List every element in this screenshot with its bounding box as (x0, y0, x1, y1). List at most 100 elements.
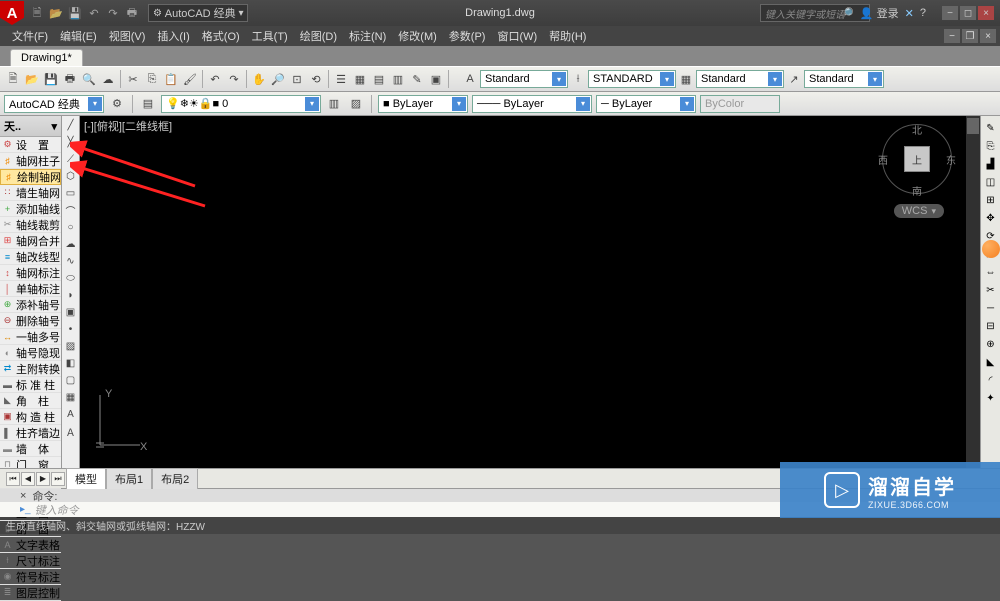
doc-close-button[interactable]: × (980, 29, 996, 43)
text-style-select[interactable]: Standard▾ (480, 70, 568, 88)
publish-icon[interactable]: ☁ (99, 70, 117, 88)
copy-icon[interactable]: ⎘ (143, 70, 161, 88)
tab-prev-icon[interactable]: ◀ (21, 472, 35, 486)
menu-format[interactable]: 格式(O) (196, 26, 246, 46)
palette-item-11[interactable]: ⊖删除轴号 (0, 313, 61, 329)
palette-item-5[interactable]: ✂轴线裁剪 (0, 217, 61, 233)
redo-icon[interactable]: ↷ (225, 70, 243, 88)
point-icon[interactable]: • (63, 322, 78, 337)
new-icon[interactable]: 🗎 (29, 5, 45, 21)
mleader-style-icon[interactable]: ↗ (785, 70, 803, 88)
dim-style-icon[interactable]: ⟊ (569, 70, 587, 88)
linetype-select[interactable]: ─── ByLayer▾ (472, 95, 592, 113)
undo-icon[interactable]: ↶ (206, 70, 224, 88)
wcs-badge[interactable]: WCS ▾ (894, 204, 944, 218)
cut-icon[interactable]: ✂ (124, 70, 142, 88)
style-icon[interactable]: A (461, 70, 479, 88)
maximize-button[interactable]: ◻ (960, 6, 976, 20)
help-bubble-icon[interactable] (982, 240, 1000, 258)
chamfer-icon[interactable]: ◣ (983, 354, 999, 370)
layout-tab-2[interactable]: 布局2 (152, 468, 198, 489)
palette-item-13[interactable]: ◐轴号隐现 (0, 345, 61, 361)
palette-item-28[interactable]: ≣图层控制 (0, 585, 61, 601)
viewcube-face[interactable]: 上 (904, 146, 930, 172)
markup-icon[interactable]: ✎ (408, 70, 426, 88)
workspace-switcher[interactable]: ⚙ AutoCAD 经典 ▾ (148, 4, 248, 22)
menu-view[interactable]: 视图(V) (103, 26, 152, 46)
undo-icon[interactable]: ↶ (86, 5, 102, 21)
mleader-style-select[interactable]: Standard▾ (804, 70, 884, 88)
layout-tab-model[interactable]: 模型 (66, 468, 106, 489)
layer-match-icon[interactable]: ▨ (347, 95, 365, 113)
menu-insert[interactable]: 插入(I) (151, 26, 195, 46)
print-icon[interactable]: 🖶 (124, 5, 140, 21)
table-style-select[interactable]: Standard▾ (696, 70, 784, 88)
tab-first-icon[interactable]: ⏮ (6, 472, 20, 486)
chevron-down-icon[interactable]: ▾ (51, 120, 57, 133)
properties-icon[interactable]: ☰ (332, 70, 350, 88)
gear-icon[interactable]: ⚙ (108, 95, 126, 113)
table-style-icon[interactable]: ▦ (677, 70, 695, 88)
tool-palette-icon[interactable]: ▤ (370, 70, 388, 88)
palette-item-1[interactable]: ♯轴网柱子 (0, 153, 61, 169)
circle-icon[interactable]: ○ (63, 220, 78, 235)
line-icon[interactable]: ╱ (63, 118, 78, 133)
extend-icon[interactable]: ─ (983, 300, 999, 316)
tab-last-icon[interactable]: ⏭ (51, 472, 65, 486)
spline-icon[interactable]: ∿ (63, 254, 78, 269)
compass-w[interactable]: 西 (878, 152, 888, 167)
menu-modify[interactable]: 修改(M) (392, 26, 443, 46)
palette-item-16[interactable]: ◣角 柱 (0, 393, 61, 409)
plot-icon[interactable]: 🖶 (61, 70, 79, 88)
palette-item-17[interactable]: ▣构 造 柱 (0, 409, 61, 425)
palette-item-6[interactable]: ⊞轴网合并 (0, 233, 61, 249)
sheet-set-icon[interactable]: ▥ (389, 70, 407, 88)
palette-item-4[interactable]: +添加轴线 (0, 201, 61, 217)
palette-item-10[interactable]: ⊕添补轴号 (0, 297, 61, 313)
workspace-select[interactable]: AutoCAD 经典▾ (4, 95, 104, 113)
palette-item-27[interactable]: ◉符号标注 (0, 569, 61, 585)
dim-style-select[interactable]: STANDARD▾ (588, 70, 676, 88)
viewport-label[interactable]: [-][俯视][二维线框] (84, 118, 172, 134)
new-icon[interactable]: 🗎 (4, 70, 22, 88)
vertical-scrollbar[interactable] (966, 116, 980, 468)
trim-icon[interactable]: ✂ (983, 282, 999, 298)
stretch-icon[interactable]: ⇔ (983, 264, 999, 280)
menu-edit[interactable]: 编辑(E) (54, 26, 103, 46)
lineweight-select[interactable]: ─ ByLayer▾ (596, 95, 696, 113)
login-button[interactable]: 👤 登录 (860, 5, 899, 21)
palette-item-3[interactable]: ∷墙生轴网 (0, 185, 61, 201)
join-icon[interactable]: ⊕ (983, 336, 999, 352)
compass-n[interactable]: 北 (912, 122, 922, 137)
zoom-icon[interactable]: 🔎 (269, 70, 287, 88)
redo-icon[interactable]: ↷ (105, 5, 121, 21)
paste-icon[interactable]: 📋 (162, 70, 180, 88)
open-icon[interactable]: 📂 (23, 70, 41, 88)
copy-icon[interactable]: ⎘ (983, 138, 999, 154)
palette-item-9[interactable]: │单轴标注 (0, 281, 61, 297)
break-icon[interactable]: ⊟ (983, 318, 999, 334)
compass-e[interactable]: 东 (946, 152, 956, 167)
menu-window[interactable]: 窗口(W) (491, 26, 543, 46)
table-icon[interactable]: ▦ (63, 390, 78, 405)
palette-item-15[interactable]: ▬标 准 柱 (0, 377, 61, 393)
mirror-icon[interactable]: ▟ (983, 156, 999, 172)
layer-state-icon[interactable]: ▥ (325, 95, 343, 113)
hatch-icon[interactable]: ▨ (63, 339, 78, 354)
save-icon[interactable]: 💾 (67, 5, 83, 21)
layout-tab-1[interactable]: 布局1 (106, 468, 152, 489)
design-center-icon[interactable]: ▦ (351, 70, 369, 88)
palette-item-14[interactable]: ⇄主附转换 (0, 361, 61, 377)
gradient-icon[interactable]: ◧ (63, 356, 78, 371)
array-icon[interactable]: ⊞ (983, 192, 999, 208)
offset-icon[interactable]: ◫ (983, 174, 999, 190)
ellipse-arc-icon[interactable]: ◗ (63, 288, 78, 303)
palette-item-25[interactable]: A文字表格 (0, 537, 61, 553)
palette-item-7[interactable]: ≡轴改线型 (0, 249, 61, 265)
doc-minimize-button[interactable]: − (944, 29, 960, 43)
palette-item-8[interactable]: ↕轴网标注 (0, 265, 61, 281)
erase-icon[interactable]: ✎ (983, 120, 999, 136)
fillet-icon[interactable]: ◜ (983, 372, 999, 388)
block-icon[interactable]: ▣ (63, 305, 78, 320)
preview-icon[interactable]: 🔍 (80, 70, 98, 88)
